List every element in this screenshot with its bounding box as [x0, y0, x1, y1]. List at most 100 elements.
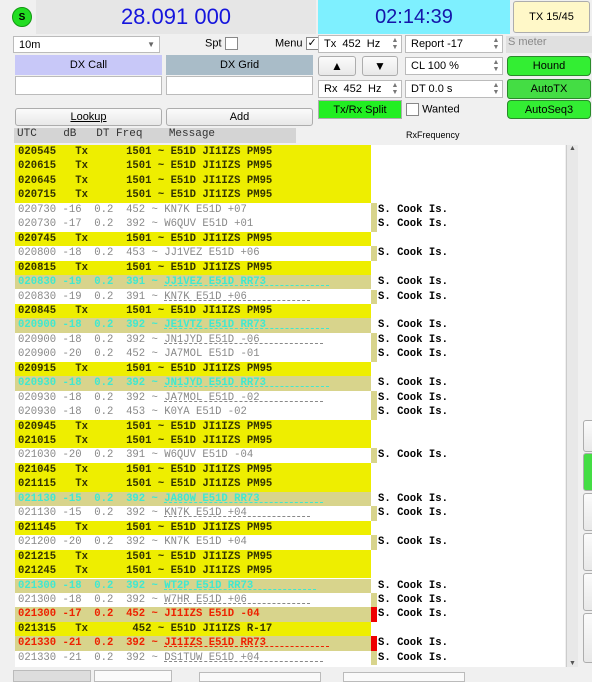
decode-message[interactable]: 021300 -18 0.2 392 ~ WT2P E51D RR73	[15, 578, 371, 593]
decode-message[interactable]: 020730 -17 0.2 392 ~ W6QUV E51D +01	[15, 217, 371, 231]
decode-message[interactable]: 020815 Tx 1501 ~ E51D JI1IZS PM95	[15, 260, 371, 276]
decode-message[interactable]: 020915 Tx 1501 ~ E51D JI1IZS PM95	[15, 361, 371, 377]
spin-arrows-icon[interactable]: ▲ ▼	[390, 37, 400, 51]
decode-message[interactable]: 020745 Tx 1501 ~ E51D JI1IZS PM95	[15, 231, 371, 247]
decode-row[interactable]: 020945 Tx 1501 ~ E51D JI1IZS PM95	[15, 419, 565, 434]
decode-row[interactable]: 021245 Tx 1501 ~ E51D JI1IZS PM95	[15, 564, 565, 579]
band-activity-list[interactable]: 020545 Tx 1501 ~ E51D JI1IZS PM95 020615 …	[15, 145, 565, 667]
tab[interactable]	[94, 670, 172, 682]
wanted-box[interactable]	[406, 103, 419, 116]
decode-message[interactable]: 020930 -18 0.2 453 ~ K0YA E51D -02	[15, 405, 371, 419]
add-button[interactable]: Add	[166, 108, 313, 126]
decode-row[interactable]: 020815 Tx 1501 ~ E51D JI1IZS PM95	[15, 260, 565, 276]
decode-row[interactable]: 020745 Tx 1501 ~ E51D JI1IZS PM95	[15, 231, 565, 247]
decode-message[interactable]: 020900 -18 0.2 392 ~ JE1VTZ E51D RR73	[15, 318, 371, 333]
decode-message[interactable]: 021145 Tx 1501 ~ E51D JI1IZS PM95	[15, 520, 371, 536]
decode-message[interactable]: 020715 Tx 1501 ~ E51D JI1IZS PM95	[15, 188, 371, 203]
tx-period-button[interactable]: TX 15/45	[513, 1, 590, 33]
spin-arrows-icon[interactable]: ▲ ▼	[491, 59, 501, 73]
decode-row[interactable]: 021130 -15 0.2 392 ~ JA8OW E51D RR73 S. …	[15, 491, 565, 507]
dx-call-input[interactable]	[15, 76, 162, 95]
decode-message[interactable]: 021300 -17 0.2 452 ~ JI1IZS E51D -04	[15, 607, 371, 622]
decode-row[interactable]: 021200 -20 0.2 392 ~ KN7K E51D +04 S. Coo…	[15, 535, 565, 550]
decode-row[interactable]: 021330 -21 0.2 392 ~ JI1IZS E51D RR73 S.…	[15, 636, 565, 651]
tx-rx-split-button[interactable]: Tx/Rx Split	[318, 100, 402, 119]
autoseq-button[interactable]: AutoSeq3	[507, 100, 591, 119]
decode-message[interactable]: 021215 Tx 1501 ~ E51D JI1IZS PM95	[15, 549, 371, 565]
decode-message[interactable]: 021330 -21 0.2 392 ~ JI1IZS E51D RR73	[15, 636, 371, 651]
tab[interactable]	[343, 672, 465, 682]
decode-message[interactable]: 020930 -18 0.2 392 ~ JN1JYD E51D RR73	[15, 376, 371, 391]
decode-row[interactable]: 021130 -15 0.2 392 ~ KN7K E51D +04 S. Co…	[15, 506, 565, 521]
decode-message[interactable]: 021200 -20 0.2 392 ~ KN7K E51D +04	[15, 535, 371, 549]
decode-message[interactable]: 020545 Tx 1501 ~ E51D JI1IZS PM95	[15, 145, 371, 160]
decode-row[interactable]: 020930 -18 0.2 392 ~ JA7MOL E51D -02 S. …	[15, 390, 565, 406]
decode-row[interactable]: 020715 Tx 1501 ~ E51D JI1IZS PM95	[15, 188, 565, 203]
wanted-checkbox[interactable]: Wanted	[406, 103, 460, 116]
decode-row[interactable]: 021045 Tx 1501 ~ E51D JI1IZS PM95	[15, 462, 565, 478]
decode-row[interactable]: 020730 -17 0.2 392 ~ W6QUV E51D +01 S. Co…	[15, 217, 565, 232]
decode-row[interactable]: 020930 -18 0.2 392 ~ JN1JYD E51D RR73 S.…	[15, 376, 565, 391]
decode-row[interactable]: 021145 Tx 1501 ~ E51D JI1IZS PM95	[15, 520, 565, 536]
decode-message[interactable]: 020800 -18 0.2 453 ~ JJ1VEZ E51D +06	[15, 246, 371, 260]
scroll-down-icon[interactable]: ▼	[567, 660, 578, 667]
side-button[interactable]	[583, 420, 592, 452]
spin-arrows-icon[interactable]: ▲ ▼	[390, 82, 400, 96]
decode-message[interactable]: 021115 Tx 1501 ~ E51D JI1IZS PM95	[15, 477, 371, 492]
side-button[interactable]	[583, 613, 592, 663]
decode-row[interactable]: 021315 Tx 452 ~ E51D JI1IZS R-17	[15, 621, 565, 637]
decode-message[interactable]: 020645 Tx 1501 ~ E51D JI1IZS PM95	[15, 173, 371, 189]
decode-row[interactable]: 020930 -18 0.2 453 ~ K0YA E51D -02 S. Coo…	[15, 405, 565, 420]
tx-frequency-spinbox[interactable]: Tx 452 Hz ▲ ▼	[318, 35, 402, 53]
decode-row[interactable]: 020645 Tx 1501 ~ E51D JI1IZS PM95	[15, 173, 565, 189]
checkmark-icon[interactable]: ✓	[305, 37, 319, 50]
autotx-button[interactable]: AutoTX	[507, 79, 591, 99]
tab[interactable]	[199, 672, 321, 682]
decode-message[interactable]: 020945 Tx 1501 ~ E51D JI1IZS PM95	[15, 419, 371, 434]
decode-row[interactable]: 020730 -16 0.2 452 ~ KN7K E51D +07 S. Coo…	[15, 202, 565, 218]
side-button[interactable]	[583, 573, 592, 611]
decode-row[interactable]: 021015 Tx 1501 ~ E51D JI1IZS PM95	[15, 434, 565, 449]
menu-checkbox[interactable]: Menu ✓	[275, 37, 319, 50]
decode-row[interactable]: 020900 -18 0.2 392 ~ JE1VTZ E51D RR73 S.…	[15, 318, 565, 333]
list-scrollbar[interactable]: ▲ ▼	[566, 145, 578, 667]
spin-arrows-icon[interactable]: ▲ ▼	[491, 82, 501, 96]
decode-row[interactable]: 020915 Tx 1501 ~ E51D JI1IZS PM95	[15, 361, 565, 377]
decode-message[interactable]: 021015 Tx 1501 ~ E51D JI1IZS PM95	[15, 434, 371, 449]
decode-row[interactable]: 020545 Tx 1501 ~ E51D JI1IZS PM95	[15, 145, 565, 160]
scroll-up-icon[interactable]: ▲	[567, 145, 578, 152]
spin-arrows-icon[interactable]: ▲ ▼	[491, 37, 501, 51]
decode-message[interactable]: 020900 -20 0.2 452 ~ JA7MOL E51D -01	[15, 347, 371, 361]
decode-row[interactable]: 021215 Tx 1501 ~ E51D JI1IZS PM95	[15, 549, 565, 565]
decode-message[interactable]: 021030 -20 0.2 391 ~ W6QUV E51D -04	[15, 448, 371, 462]
tab[interactable]	[13, 670, 91, 682]
decode-row[interactable]: 021330 -21 0.2 392 ~ DS1TUW E51D +04 S. …	[15, 650, 565, 666]
band-select[interactable]: 10m ▼	[13, 36, 160, 53]
decode-message[interactable]: 020845 Tx 1501 ~ E51D JI1IZS PM95	[15, 303, 371, 319]
freq-up-button[interactable]: ▲	[318, 56, 356, 76]
decode-row[interactable]: 021300 -18 0.2 392 ~ W7HR E51D +06 S. Co…	[15, 592, 565, 608]
side-button[interactable]	[583, 493, 592, 531]
report-spinbox[interactable]: Report -17 ▲ ▼	[405, 35, 503, 53]
decode-message[interactable]: 020830 -19 0.2 391 ~ KN7K E51D +06	[15, 290, 371, 304]
decode-row[interactable]: 020845 Tx 1501 ~ E51D JI1IZS PM95	[15, 303, 565, 319]
decode-message[interactable]: 021300 -18 0.2 392 ~ W7HR E51D +06	[15, 593, 371, 607]
decode-message[interactable]: 021130 -15 0.2 392 ~ JA8OW E51D RR73	[15, 491, 371, 507]
decode-message[interactable]: 021330 -21 0.2 392 ~ DS1TUW E51D +04	[15, 651, 371, 665]
decode-row[interactable]: 020830 -19 0.2 391 ~ JJ1VEZ E51D RR73 S.…	[15, 275, 565, 290]
decode-row[interactable]: 021115 Tx 1501 ~ E51D JI1IZS PM95	[15, 477, 565, 492]
decode-message[interactable]: 020900 -18 0.2 392 ~ JN1JYD E51D -06	[15, 333, 371, 347]
side-button-active[interactable]	[583, 453, 592, 491]
decode-message[interactable]: 021045 Tx 1501 ~ E51D JI1IZS PM95	[15, 462, 371, 478]
decode-message[interactable]: 021315 Tx 452 ~ E51D JI1IZS R-17	[15, 621, 371, 637]
dx-grid-input[interactable]	[166, 76, 313, 95]
decode-message[interactable]: 020730 -16 0.2 452 ~ KN7K E51D +07	[15, 203, 371, 217]
freq-down-button[interactable]: ▼	[362, 56, 398, 76]
decode-message[interactable]: 021245 Tx 1501 ~ E51D JI1IZS PM95	[15, 564, 371, 579]
spt-checkbox[interactable]: Spt	[205, 37, 238, 50]
lookup-button[interactable]: Lookup	[15, 108, 162, 126]
dt-spinbox[interactable]: DT 0.0 s ▲ ▼	[405, 80, 503, 98]
spt-box[interactable]	[224, 37, 238, 50]
decode-row[interactable]: 020830 -19 0.2 391 ~ KN7K E51D +06 S. Co…	[15, 289, 565, 304]
decode-row[interactable]: 020900 -18 0.2 392 ~ JN1JYD E51D -06 S. …	[15, 332, 565, 348]
